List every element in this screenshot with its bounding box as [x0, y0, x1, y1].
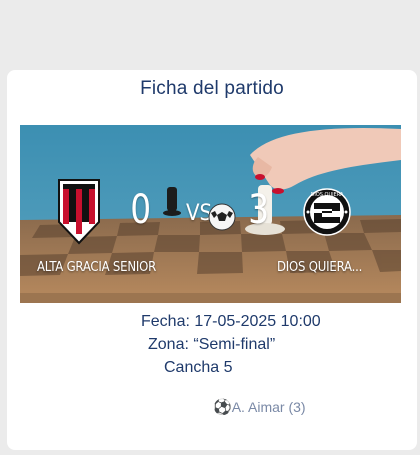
match-date: Fecha: 17-05-2025 10:00: [141, 313, 321, 330]
svg-text:DIOS QUIERA: DIOS QUIERA: [311, 192, 345, 198]
away-team-crest-icon: DIOS QUIERA: [303, 188, 351, 236]
home-team-crest-icon: [58, 179, 100, 245]
goal-scorer-name: A. Aimar (3): [231, 399, 306, 415]
soccer-ball-image: [208, 203, 236, 231]
away-score: 3: [248, 187, 270, 233]
match-zone: Zona: “Semi-final”: [148, 336, 276, 353]
home-score: 0: [130, 187, 152, 233]
goal-scorer: ⚽A. Aimar (3): [213, 398, 306, 416]
soccer-ball-icon: ⚽: [213, 399, 232, 416]
away-team-name: DIOS QUIERA...: [277, 260, 363, 275]
match-field: Cancha 5: [164, 359, 233, 376]
home-team-name: ALTA GRACIA SENIOR: [37, 260, 157, 275]
page-title: Ficha del partido: [140, 78, 284, 99]
match-banner: 0 VS 3 DIOS QUIERA ALTA GRACIA SENIOR DI…: [20, 125, 401, 303]
match-card: Ficha del partido 0 VS 3 DIOS QUIERA ALT…: [7, 70, 417, 450]
